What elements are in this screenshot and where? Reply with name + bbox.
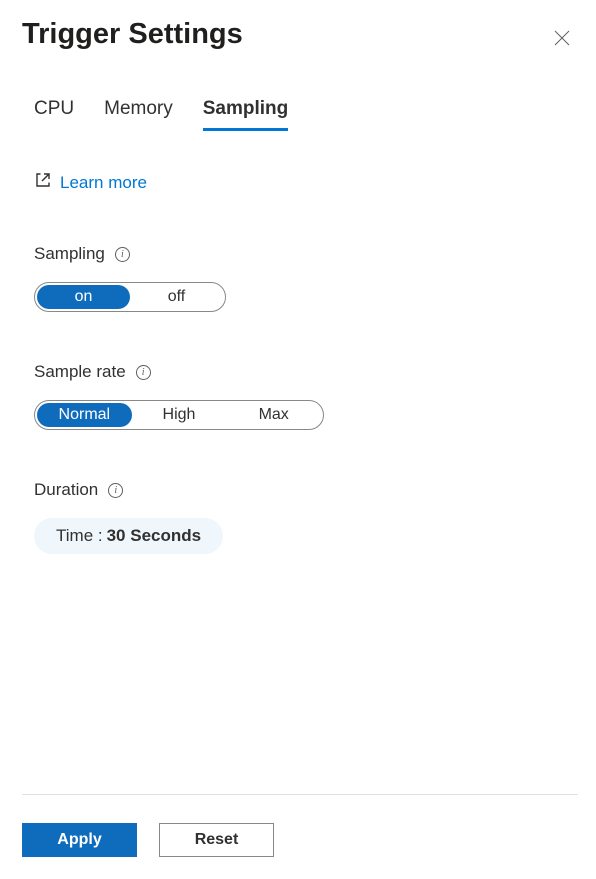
tab-memory[interactable]: Memory: [104, 98, 173, 131]
sample-rate-toggle: Normal High Max: [34, 400, 324, 430]
sampling-section: Sampling i on off: [34, 244, 596, 312]
sample-rate-normal-option[interactable]: Normal: [37, 403, 132, 427]
info-icon[interactable]: i: [108, 483, 123, 498]
sample-rate-high-option[interactable]: High: [132, 403, 227, 427]
close-button[interactable]: [550, 26, 574, 54]
info-icon[interactable]: i: [136, 365, 151, 380]
sampling-off-option[interactable]: off: [130, 285, 223, 309]
duration-pill[interactable]: Time : 30 Seconds: [34, 518, 223, 554]
footer: Apply Reset: [22, 794, 578, 857]
reset-button[interactable]: Reset: [159, 823, 274, 857]
duration-value: 30 Seconds: [107, 526, 202, 546]
tab-sampling[interactable]: Sampling: [203, 98, 289, 131]
tabs: CPU Memory Sampling: [0, 54, 596, 131]
learn-more-link-row: Learn more: [34, 171, 596, 194]
learn-more-link[interactable]: Learn more: [60, 173, 147, 193]
duration-section: Duration i Time : 30 Seconds: [34, 480, 596, 554]
duration-label: Duration: [34, 480, 98, 500]
sampling-label: Sampling: [34, 244, 105, 264]
duration-prefix: Time :: [56, 526, 103, 546]
sample-rate-label: Sample rate: [34, 362, 126, 382]
apply-button[interactable]: Apply: [22, 823, 137, 857]
sampling-on-option[interactable]: on: [37, 285, 130, 309]
footer-divider: [22, 794, 578, 795]
tab-cpu[interactable]: CPU: [34, 98, 74, 131]
external-link-icon: [34, 171, 52, 194]
info-icon[interactable]: i: [115, 247, 130, 262]
sample-rate-max-option[interactable]: Max: [226, 403, 321, 427]
sample-rate-section: Sample rate i Normal High Max: [34, 362, 596, 430]
page-title: Trigger Settings: [22, 18, 243, 51]
close-icon: [554, 29, 570, 51]
sampling-toggle: on off: [34, 282, 226, 312]
